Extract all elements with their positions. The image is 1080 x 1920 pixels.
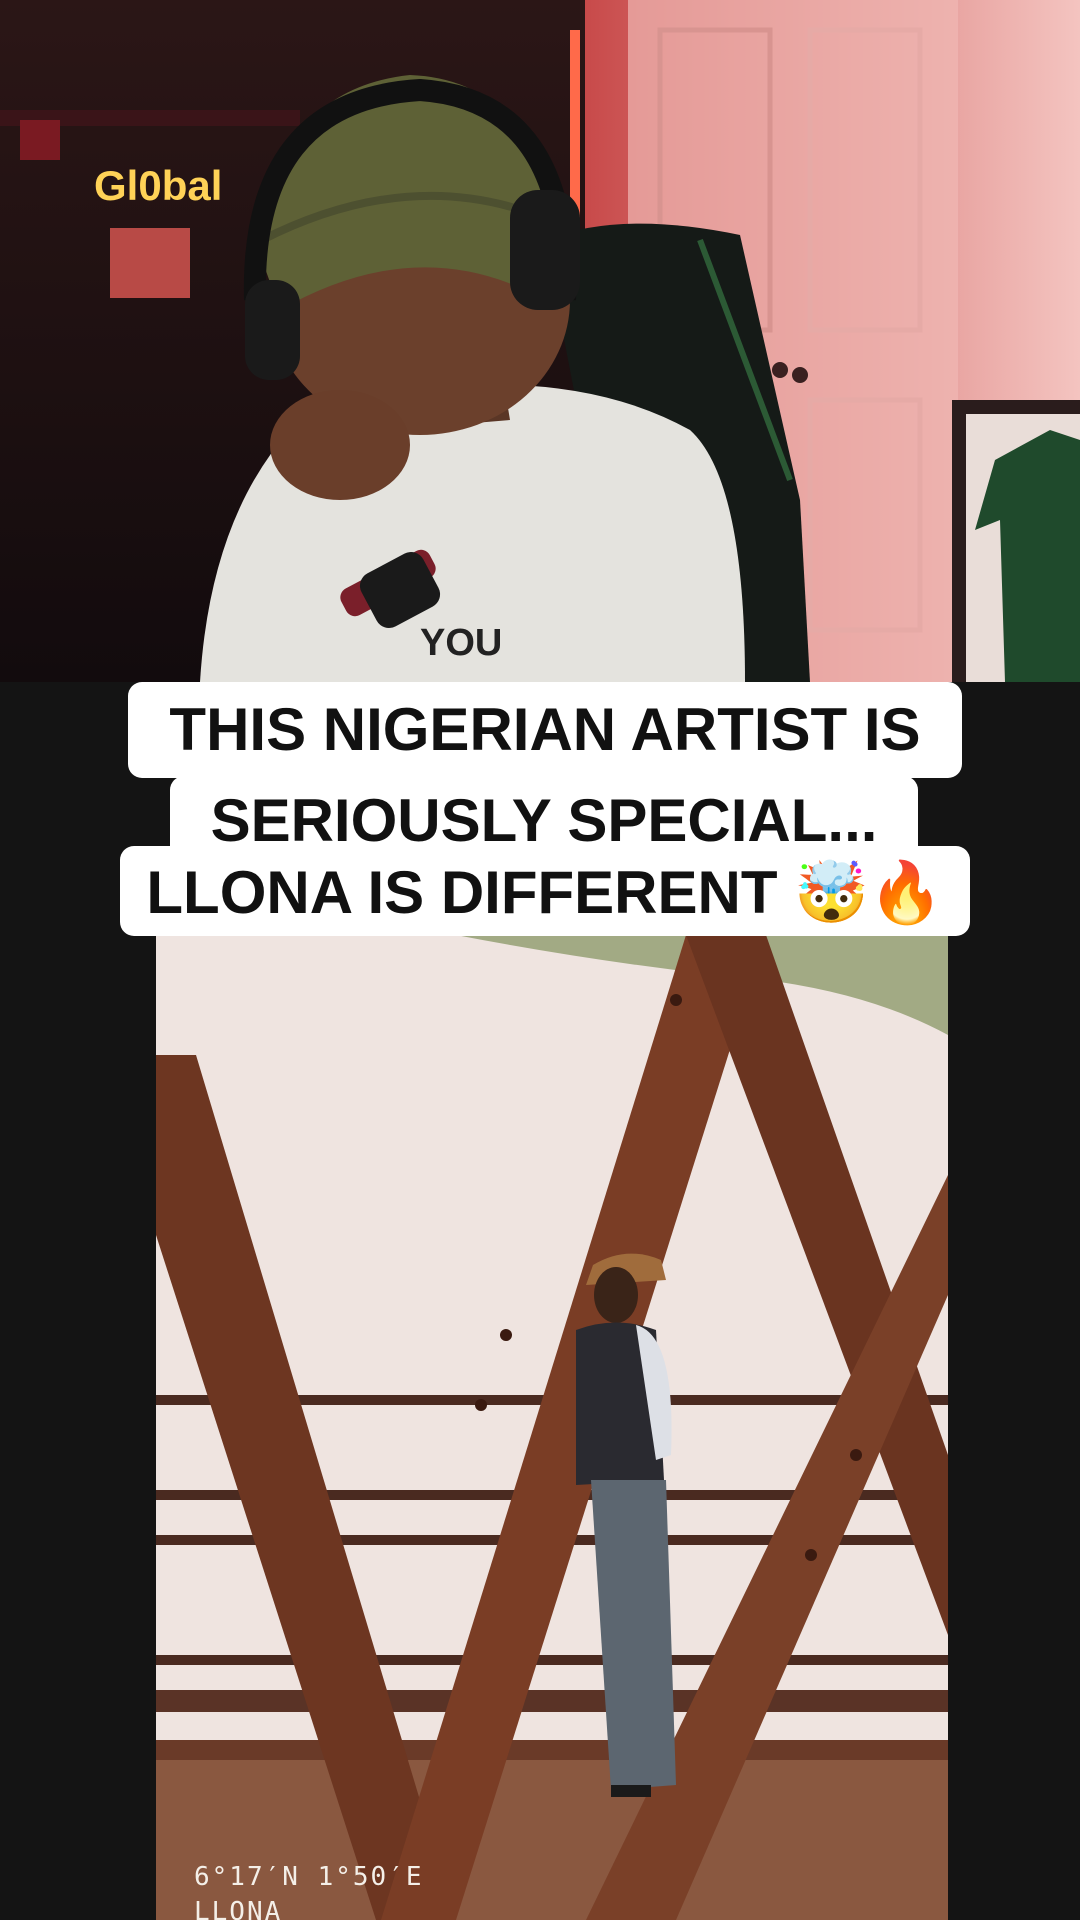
music-video-clip: 6°17′N 1°50′E LLONA <box>156 935 948 1920</box>
bridge-scene: 6°17′N 1°50′E LLONA <box>156 935 948 1920</box>
shirt-print-text: YOU <box>420 622 502 664</box>
caption-line-3: LLONA IS DIFFERENT 🤯🔥 <box>120 846 970 936</box>
reaction-scene: YOU Gl0bal <box>0 0 1080 682</box>
artist-label: LLONA <box>194 1897 282 1920</box>
caption-line-1: THIS NIGERIAN ARTIST IS <box>128 682 962 778</box>
reaction-video: YOU Gl0bal <box>0 0 1080 682</box>
location-coordinates: 6°17′N 1°50′E <box>194 1862 424 1892</box>
neon-sign-text: Gl0bal <box>94 162 222 209</box>
